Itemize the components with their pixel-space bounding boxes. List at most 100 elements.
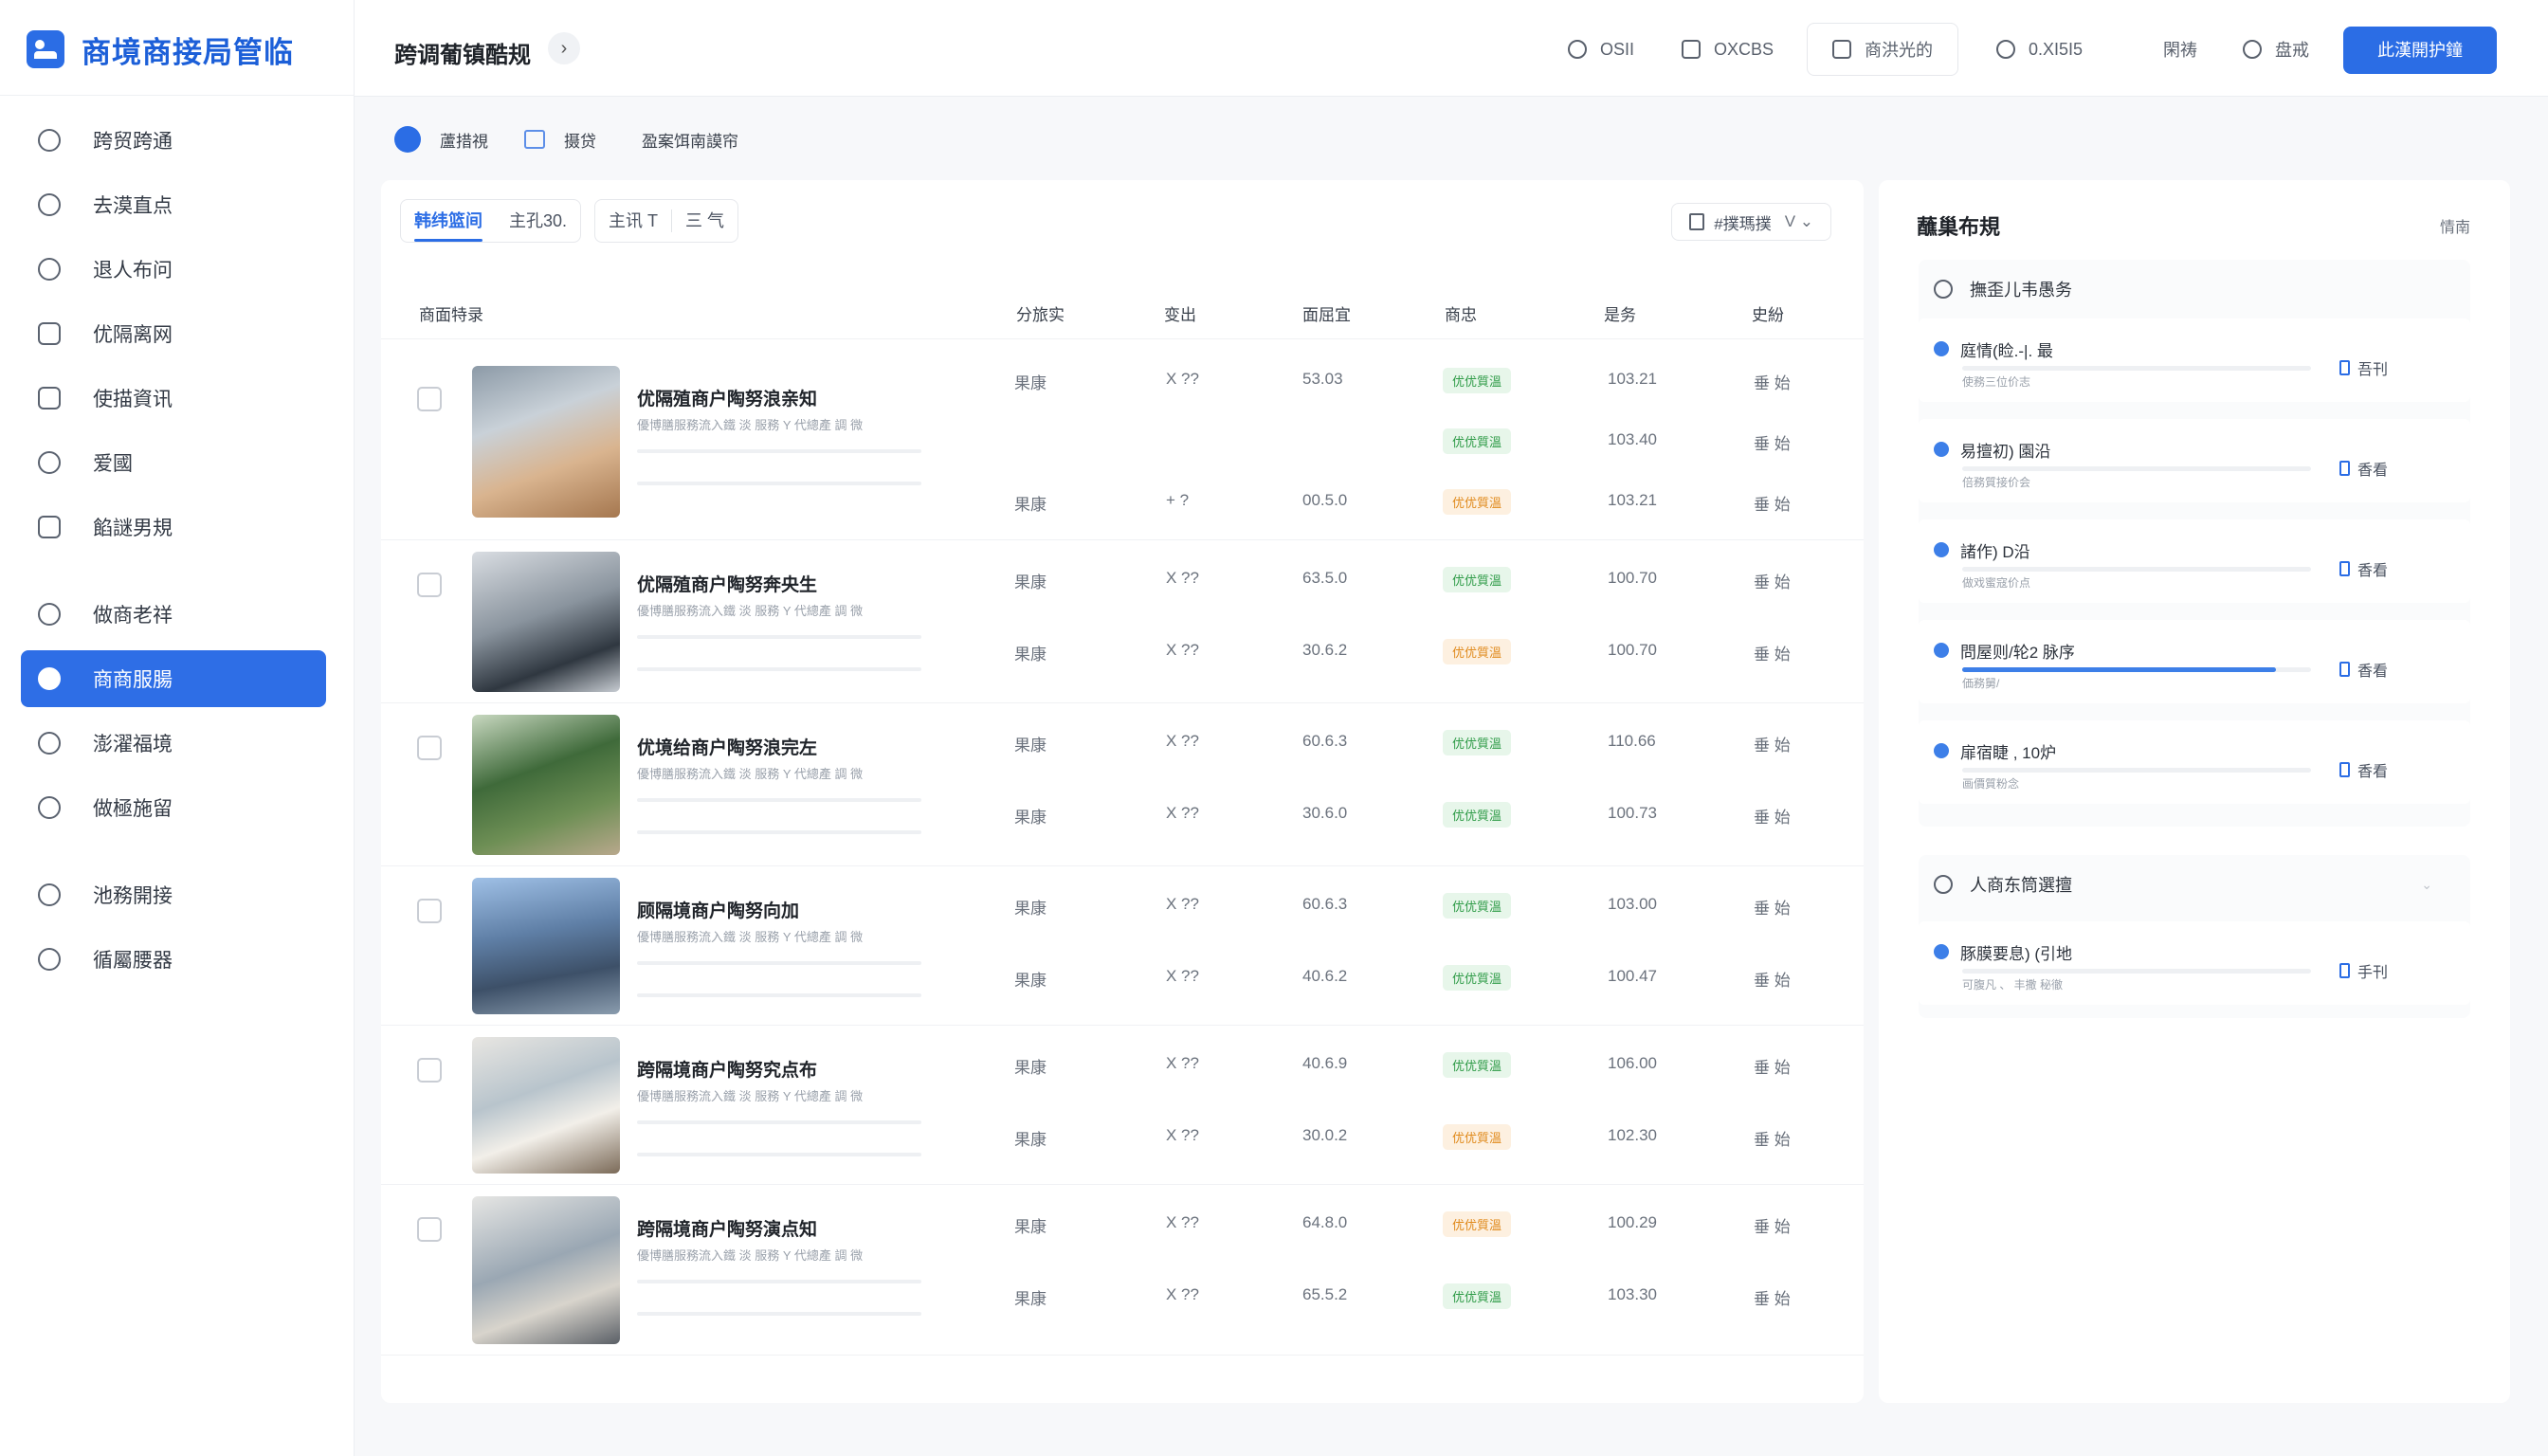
cell-action[interactable]: 垂 始 xyxy=(1754,1054,1791,1078)
topbar-item-4[interactable]: 0.XI5I5 xyxy=(1996,30,2083,68)
search-icon xyxy=(2243,40,2262,59)
topbar-item-5[interactable]: 閑祷 xyxy=(2163,30,2197,68)
task-item[interactable]: 易擅初) 園沿 倍務質接价会 香看 xyxy=(1919,419,2470,502)
breadcrumb-home[interactable]: 蘆措視 xyxy=(440,128,488,152)
home-icon[interactable] xyxy=(394,126,421,153)
product-title[interactable]: 优隔殖商户陶努奔央生 xyxy=(637,571,817,596)
column-header[interactable]: 分旅实 xyxy=(1016,301,1065,325)
task-item[interactable]: 庭情(睑.-|. 最使務三位价志 吾刊 xyxy=(1919,318,2470,402)
cell-action[interactable]: 垂 始 xyxy=(1754,967,1791,991)
topbar-item-2[interactable]: OXCBS xyxy=(1682,30,1774,68)
placeholder-line xyxy=(637,830,921,834)
task-item[interactable]: 問屋则/轮2 脉序 価務舅/香看 xyxy=(1919,620,2470,703)
task-item[interactable]: 豚膜要息) (引地 可腹凡 、 丰撒 秘徹 手刊 xyxy=(1919,921,2470,1005)
filter-label: #撲瑪撲 xyxy=(1714,214,1772,233)
sidebar-item-label: 爱國 xyxy=(93,453,133,475)
view-button[interactable]: 香看 xyxy=(2339,658,2388,681)
topbar-item-1[interactable]: OSII xyxy=(1568,30,1634,68)
topbar-item-3[interactable]: 商洪光的 xyxy=(1807,23,1958,76)
sidebar-item-10[interactable]: 澎濯福境 xyxy=(21,715,326,772)
topbar-search[interactable]: 盘戒 xyxy=(2243,30,2309,68)
cell-change: X ?? xyxy=(1166,967,1199,985)
cell-action[interactable]: 垂 始 xyxy=(1754,641,1791,664)
cell-action[interactable]: 垂 始 xyxy=(1754,430,1791,454)
product-title[interactable]: 顾隔境商户陶努向加 xyxy=(637,897,799,922)
sidebar-item-6[interactable]: 爱國 xyxy=(21,434,326,491)
brand[interactable]: 商境商接局管临 xyxy=(27,28,294,70)
sidebar-item-9[interactable]: 商商服腸 xyxy=(21,650,326,707)
cell-amount: 100.29 xyxy=(1608,1213,1657,1231)
column-header[interactable]: 商面特录 xyxy=(419,301,483,325)
tab-4[interactable]: 三 气 xyxy=(672,200,737,242)
row-checkbox[interactable] xyxy=(417,387,442,411)
table-row[interactable]: 优境给商户陶努浪完左 優博膳服務流入鐵 淡 服務 Y 代總產 調 微果康 X ?? 6… xyxy=(381,703,1864,866)
view-button[interactable]: 手刊 xyxy=(2339,959,2388,982)
filter-icon xyxy=(1689,213,1705,230)
filter-dropdown[interactable]: #撲瑪撲 V ⌄ xyxy=(1671,203,1831,241)
sidebar-item-1[interactable]: 跨贸跨通 xyxy=(21,112,326,169)
sidebar-item-8[interactable]: 做商老祥 xyxy=(21,586,326,643)
column-header[interactable]: 面屈宜 xyxy=(1302,301,1351,325)
section-header[interactable]: 撫歪儿韦愚务 xyxy=(1919,260,2470,318)
section-header[interactable]: 人商东筒選擅 ⌄ xyxy=(1919,855,2470,914)
table-row[interactable]: 跨隔境商户陶努究点布 優博膳服務流入鐵 淡 服務 Y 代總產 調 微果康 X ?? 4… xyxy=(381,1026,1864,1185)
row-checkbox[interactable] xyxy=(417,1058,442,1083)
table-row[interactable]: 优隔殖商户陶努浪亲知 優博膳服務流入鐵 淡 服務 Y 代總產 調 微果康 X ?? 5… xyxy=(381,343,1864,540)
row-checkbox[interactable] xyxy=(417,899,442,923)
column-header[interactable]: 是务 xyxy=(1604,301,1636,325)
sidebar-item-13[interactable]: 循屬腰器 xyxy=(21,931,326,988)
tab-1[interactable]: 韩纬篮间 xyxy=(401,200,496,242)
product-title[interactable]: 跨隔境商户陶努究点布 xyxy=(637,1056,817,1082)
cell-action[interactable]: 垂 始 xyxy=(1754,370,1791,393)
column-header[interactable]: 史紛 xyxy=(1752,301,1784,325)
cell-action[interactable]: 垂 始 xyxy=(1754,732,1791,755)
cell-change: X ?? xyxy=(1166,370,1199,388)
column-header[interactable]: 商忠 xyxy=(1445,301,1477,325)
task-item[interactable]: 扉宿睫 , 10炉 画價質粉念 香看 xyxy=(1919,720,2470,804)
product-title[interactable]: 优隔殖商户陶努浪亲知 xyxy=(637,385,817,410)
sidebar-item-5[interactable]: 使描資讯 xyxy=(21,370,326,427)
topbar-item-label: OSII xyxy=(1600,39,1635,59)
sidebar-item-11[interactable]: 做極施留 xyxy=(21,779,326,836)
cell-action[interactable]: 垂 始 xyxy=(1754,491,1791,515)
table-row[interactable]: 优隔殖商户陶努奔央生 優博膳服務流入鐵 淡 服務 Y 代總產 調 微果康 X ?? 6… xyxy=(381,540,1864,703)
sidebar-item-3[interactable]: 退人布问 xyxy=(21,241,326,298)
product-title[interactable]: 优境给商户陶努浪完左 xyxy=(637,734,817,759)
sidebar-item-label: 优隔离网 xyxy=(93,324,173,346)
view-button[interactable]: 吾刊 xyxy=(2339,356,2388,379)
sidebar-item-12[interactable]: 池務開接 xyxy=(21,866,326,923)
chevron-down-icon[interactable]: ⌄ xyxy=(2421,877,2432,893)
headset-icon xyxy=(38,667,61,690)
status-badge: 优优質溫 xyxy=(1443,567,1512,592)
sidebar-item-2[interactable]: 去漠直点 xyxy=(21,176,326,233)
cell-action[interactable]: 垂 始 xyxy=(1754,1213,1791,1237)
task-title: 豚膜要息) (引地 xyxy=(1960,945,2073,963)
row-checkbox[interactable] xyxy=(417,573,442,597)
view-button[interactable]: 香看 xyxy=(2339,758,2388,781)
sidebar-item-7[interactable]: 餡謎男規 xyxy=(21,499,326,555)
tab-3[interactable]: 主讯 T xyxy=(595,200,671,242)
title-expand-button[interactable]: › xyxy=(548,32,580,64)
view-button[interactable]: 香看 xyxy=(2339,457,2388,480)
product-subtitle: 優博膳服務流入鐵 淡 服務 Y 代總產 調 微 xyxy=(637,930,864,944)
breadcrumb-section[interactable]: 摄贷 xyxy=(564,128,596,152)
cell-action[interactable]: 垂 始 xyxy=(1754,804,1791,828)
table-row[interactable]: 跨隔境商户陶努演点知 優博膳服務流入鐵 淡 服務 Y 代總產 調 微果康 X ?? 6… xyxy=(381,1185,1864,1356)
cell-action[interactable]: 垂 始 xyxy=(1754,895,1791,919)
cell-action[interactable]: 垂 始 xyxy=(1754,1126,1791,1150)
table-row[interactable]: 顾隔境商户陶努向加 優博膳服務流入鐵 淡 服務 Y 代總產 調 微果康 X ?? 60… xyxy=(381,866,1864,1026)
sidebar-item-label: 退人布问 xyxy=(93,260,173,282)
cell-action[interactable]: 垂 始 xyxy=(1754,569,1791,592)
sidebar-item-4[interactable]: 优隔离网 xyxy=(21,305,326,362)
smile-icon xyxy=(38,732,61,755)
product-title[interactable]: 跨隔境商户陶努演点知 xyxy=(637,1215,817,1241)
row-checkbox[interactable] xyxy=(417,1217,442,1242)
cell-action[interactable]: 垂 始 xyxy=(1754,1285,1791,1309)
panel-more-link[interactable]: 情南 xyxy=(2440,214,2470,237)
task-item[interactable]: 諸作) D沿 做戏蜜寇价点 香看 xyxy=(1919,519,2470,603)
view-button[interactable]: 香看 xyxy=(2339,557,2388,580)
primary-action-button[interactable]: 此漢開护鐘 xyxy=(2343,27,2497,74)
column-header[interactable]: 变出 xyxy=(1164,301,1196,325)
tab-2[interactable]: 主孔30. xyxy=(496,200,580,242)
row-checkbox[interactable] xyxy=(417,736,442,760)
